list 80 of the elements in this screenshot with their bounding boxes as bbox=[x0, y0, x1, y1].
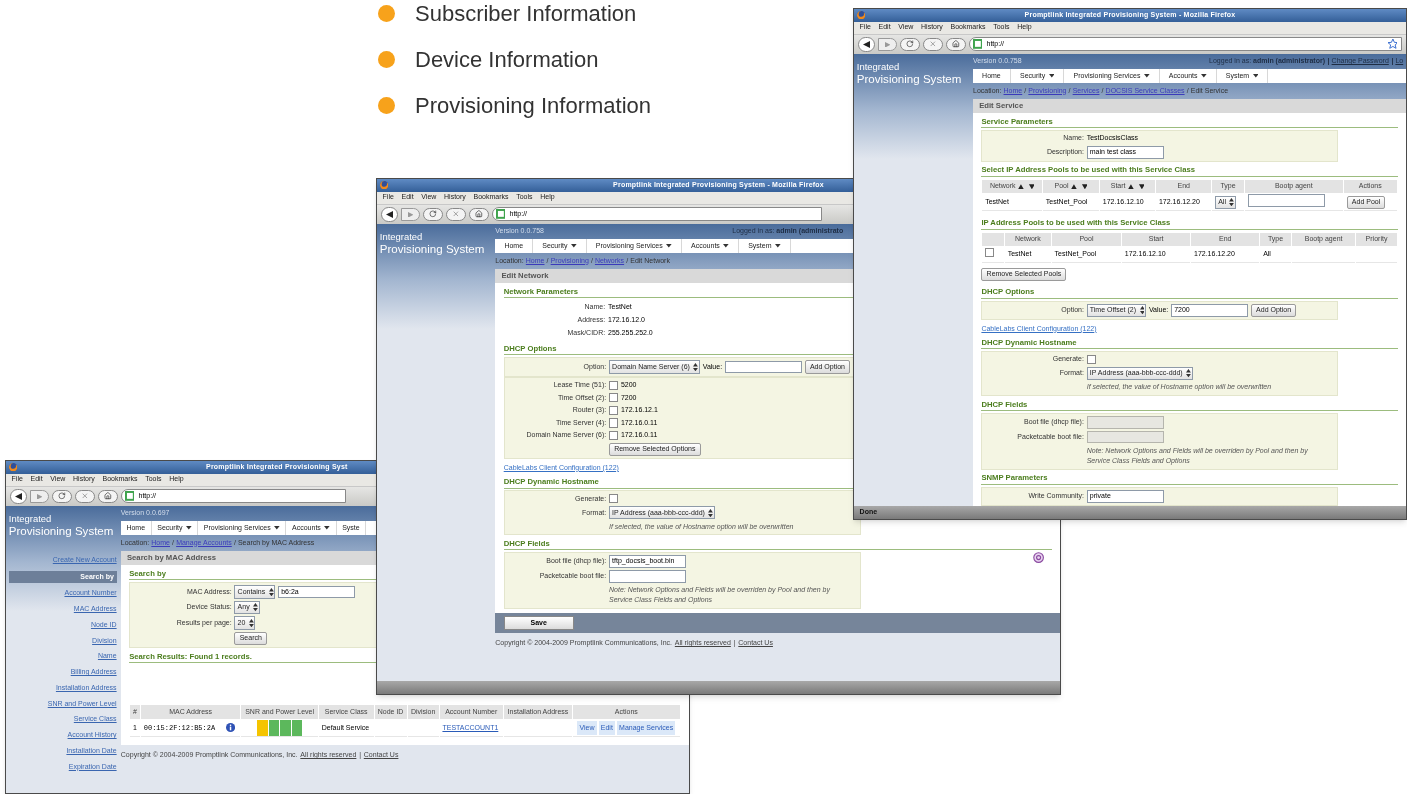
back-arrow-icon bbox=[15, 492, 23, 500]
page-icon bbox=[495, 209, 506, 220]
home-icon bbox=[952, 40, 960, 49]
forward-arrow-icon bbox=[884, 41, 891, 48]
spinner-arrows-icon bbox=[248, 618, 254, 628]
checkbox[interactable] bbox=[609, 494, 619, 504]
feature-label: Subscriber Information bbox=[415, 0, 637, 27]
input-field[interactable] bbox=[609, 570, 686, 583]
checkbox[interactable] bbox=[985, 248, 995, 258]
brand-subtitle: Integrated bbox=[8, 514, 53, 524]
home-button[interactable] bbox=[946, 37, 966, 51]
sort-arrows-icon[interactable] bbox=[1127, 183, 1145, 190]
dropdown-caret-icon bbox=[1143, 74, 1150, 78]
checkbox[interactable] bbox=[1086, 355, 1096, 365]
checkbox[interactable] bbox=[609, 393, 619, 403]
brand-title: Provisioning System bbox=[856, 72, 963, 87]
home-button[interactable] bbox=[469, 207, 489, 221]
spinner-arrows-icon bbox=[708, 508, 714, 517]
stop-button[interactable] bbox=[446, 207, 466, 221]
page-icon bbox=[124, 491, 135, 502]
input-field[interactable] bbox=[1086, 416, 1164, 429]
home-button[interactable] bbox=[98, 489, 118, 503]
help-icon[interactable] bbox=[1033, 552, 1045, 564]
close-icon bbox=[452, 210, 460, 219]
forward-arrow-icon bbox=[36, 493, 43, 500]
input-field[interactable] bbox=[1247, 194, 1325, 207]
dropdown-caret-icon bbox=[274, 526, 280, 530]
checkbox[interactable] bbox=[609, 380, 619, 390]
forward-arrow-icon bbox=[407, 211, 414, 218]
input-field[interactable] bbox=[1086, 430, 1164, 444]
back-button[interactable] bbox=[10, 488, 27, 505]
input-field[interactable] bbox=[724, 360, 802, 374]
reload-icon bbox=[429, 210, 437, 219]
back-arrow-icon bbox=[386, 210, 394, 218]
close-icon bbox=[81, 492, 89, 501]
dropdown-caret-icon bbox=[1201, 74, 1207, 78]
dropdown-caret-icon bbox=[723, 244, 729, 248]
spinner-arrows-icon bbox=[253, 603, 259, 612]
back-button[interactable] bbox=[858, 36, 875, 53]
browser-logo-icon bbox=[8, 463, 18, 472]
stop-button[interactable] bbox=[75, 489, 95, 503]
checkbox[interactable] bbox=[609, 431, 619, 441]
dropdown-caret-icon bbox=[324, 526, 330, 530]
page-icon bbox=[972, 39, 983, 50]
reload-icon bbox=[906, 40, 914, 49]
home-icon bbox=[104, 492, 112, 501]
back-arrow-icon bbox=[863, 40, 871, 48]
feature-label: Device Information bbox=[415, 46, 599, 73]
brand-subtitle: Integrated bbox=[856, 62, 901, 72]
reload-button[interactable] bbox=[900, 37, 920, 51]
spinner-arrows-icon bbox=[693, 362, 699, 372]
checkbox[interactable] bbox=[609, 418, 619, 428]
stop-button[interactable] bbox=[923, 37, 943, 51]
reload-icon bbox=[58, 492, 66, 501]
sort-arrows-icon[interactable] bbox=[1017, 183, 1035, 190]
sort-arrows-icon[interactable] bbox=[1070, 183, 1088, 190]
reload-button[interactable] bbox=[423, 207, 443, 221]
dropdown-caret-icon bbox=[774, 244, 781, 248]
dropdown-caret-icon bbox=[1252, 74, 1259, 78]
brand-title: Provisioning System bbox=[8, 524, 115, 539]
reload-button[interactable] bbox=[52, 489, 72, 503]
dropdown-caret-icon bbox=[1048, 74, 1055, 78]
brand-title: Provisioning System bbox=[379, 242, 486, 257]
dropdown-caret-icon bbox=[186, 526, 192, 530]
close-icon bbox=[929, 40, 937, 49]
feature-label: Provisioning Information bbox=[415, 92, 651, 119]
spinner-arrows-icon bbox=[268, 587, 274, 597]
checkbox[interactable] bbox=[609, 405, 619, 415]
spinner-arrows-icon bbox=[1186, 369, 1192, 378]
spinner-arrows-icon bbox=[1229, 198, 1235, 207]
brand-subtitle: Integrated bbox=[379, 232, 424, 242]
spinner-arrows-icon bbox=[1139, 306, 1145, 315]
back-button[interactable] bbox=[381, 206, 398, 223]
star-icon[interactable] bbox=[1387, 39, 1398, 50]
info-icon[interactable] bbox=[225, 723, 235, 733]
dropdown-caret-icon bbox=[571, 244, 577, 248]
dropdown-caret-icon bbox=[666, 244, 672, 248]
browser-logo-icon bbox=[856, 11, 866, 20]
home-icon bbox=[475, 210, 483, 219]
browser-logo-icon bbox=[379, 181, 389, 190]
